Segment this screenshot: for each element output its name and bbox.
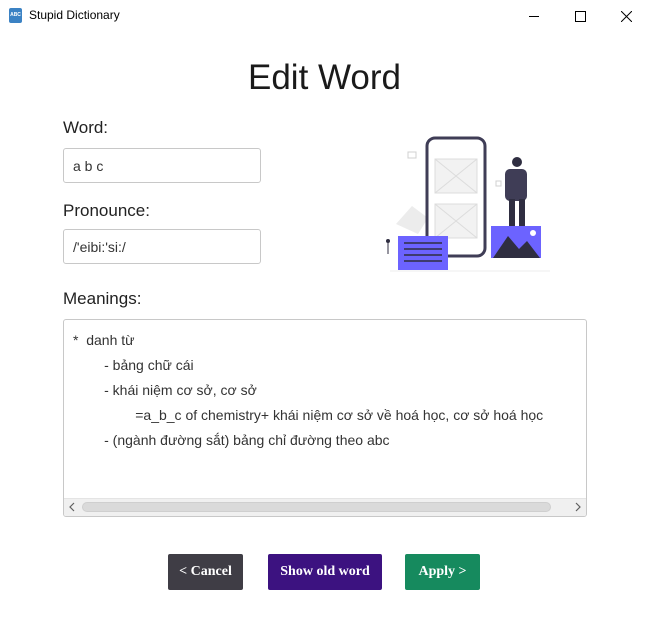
pronounce-label: Pronounce: — [63, 201, 150, 220]
horizontal-scrollbar[interactable] — [64, 498, 586, 516]
word-label: Word: — [63, 118, 109, 137]
minimize-icon — [529, 16, 539, 17]
close-button[interactable] — [603, 0, 649, 32]
close-icon — [620, 10, 632, 22]
show-old-word-button[interactable]: Show old word — [268, 554, 382, 590]
meanings-textarea[interactable]: * danh từ - bảng chữ cái - khái niệm cơ … — [63, 319, 587, 517]
scrollbar-thumb[interactable] — [82, 502, 551, 512]
scroll-left-icon[interactable] — [67, 501, 77, 513]
maximize-icon — [574, 10, 586, 22]
pronounce-input[interactable] — [63, 229, 261, 264]
dictionary-app-icon: ABC — [9, 8, 22, 23]
apply-button[interactable]: Apply > — [405, 554, 480, 590]
meanings-label: Meanings: — [63, 289, 142, 308]
meanings-text[interactable]: * danh từ - bảng chữ cái - khái niệm cơ … — [73, 328, 586, 498]
word-input[interactable] — [63, 148, 261, 183]
maximize-button[interactable] — [557, 0, 603, 32]
mobile-user-illustration — [386, 136, 550, 272]
minimize-button[interactable] — [511, 0, 557, 32]
cancel-button[interactable]: < Cancel — [168, 554, 243, 590]
page-title: Edit Word — [247, 58, 402, 97]
window-title: Stupid Dictionary — [29, 8, 120, 22]
title-bar: ABC Stupid Dictionary — [0, 0, 649, 32]
scroll-right-icon[interactable] — [573, 501, 583, 513]
